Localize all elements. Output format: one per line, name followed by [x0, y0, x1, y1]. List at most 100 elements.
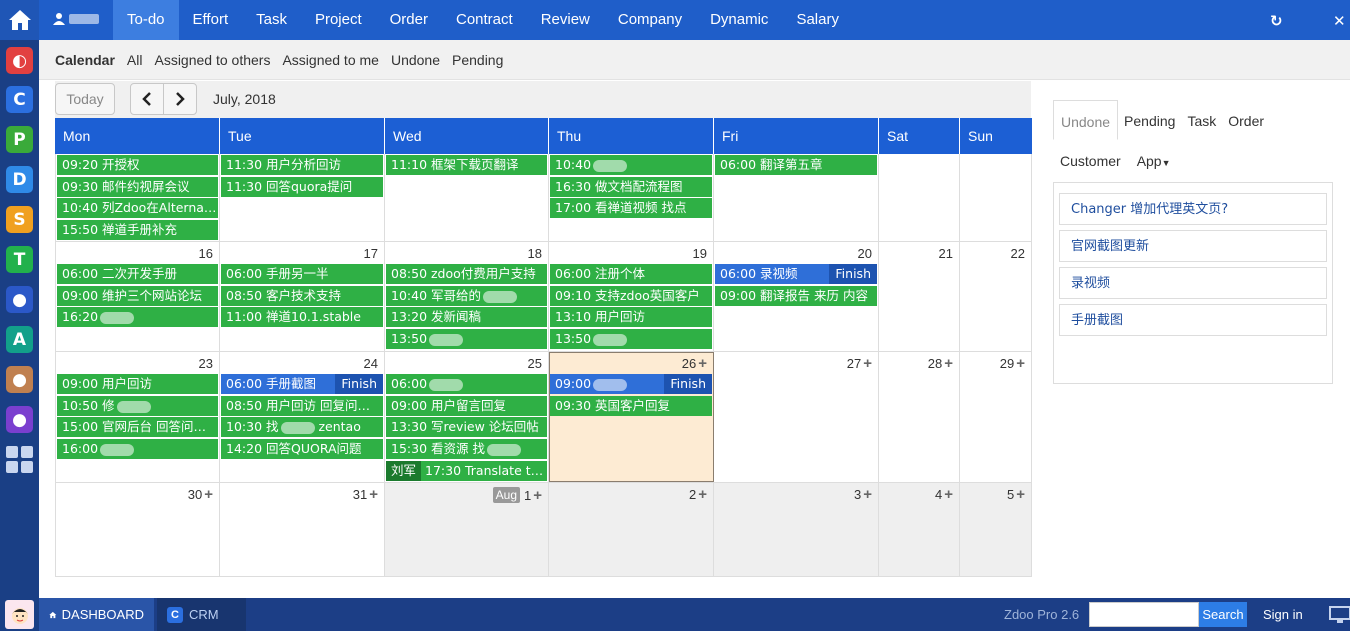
add-todo-icon[interactable]: + — [1016, 356, 1025, 371]
subnav-all[interactable]: All — [127, 52, 143, 68]
add-todo-icon[interactable]: + — [863, 487, 872, 502]
nav-task[interactable]: Task — [242, 0, 301, 40]
nav-order[interactable]: Order — [376, 0, 442, 40]
event-item[interactable]: 11:10 框架下载页翻译 — [386, 155, 547, 175]
day-cell[interactable] — [879, 154, 960, 241]
app-t-icon[interactable]: T — [6, 246, 33, 273]
user-menu[interactable] — [53, 12, 99, 25]
add-todo-icon[interactable]: + — [369, 487, 378, 502]
day-cell[interactable]: 4 + — [879, 483, 960, 576]
event-item[interactable]: 10:50 修 — [57, 396, 218, 416]
day-cell[interactable]: 10:40 16:30 做文档配流程图 17:00 看禅道视频 找点 — [549, 154, 714, 241]
add-todo-icon[interactable]: + — [944, 487, 953, 502]
all-apps-grid-icon[interactable] — [6, 446, 33, 473]
event-item[interactable]: 06:00 注册个体 — [550, 264, 712, 284]
app-photo-icon[interactable]: ● — [6, 366, 33, 393]
day-cell[interactable]: 3 + — [714, 483, 879, 576]
app-crm-icon[interactable]: C — [6, 86, 33, 113]
day-cell[interactable]: 19 06:00 注册个体 09:10 支持zdoo英国客户 13:10 用户回… — [549, 242, 714, 351]
event-item[interactable]: 09:00 用户留言回复 — [386, 396, 547, 416]
event-item[interactable]: 14:20 回答QUORA问题 — [221, 439, 383, 459]
day-cell[interactable]: 22 — [960, 242, 1032, 351]
day-cell[interactable]: 16 06:00 二次开发手册 09:00 维护三个网站论坛 16:20 — [55, 242, 220, 351]
add-todo-icon[interactable]: + — [1016, 487, 1025, 502]
event-item[interactable]: 13:50 — [386, 329, 547, 349]
event-item[interactable]: 16:30 做文档配流程图 — [550, 177, 712, 197]
event-item[interactable]: 09:00 维护三个网站论坛 — [57, 286, 218, 306]
day-cell[interactable]: 29 + — [960, 352, 1032, 482]
event-item[interactable]: 09:00 Finish — [550, 374, 712, 394]
day-cell[interactable]: 18 08:50 zdoo付费用户支持 10:40 军哥给的 13:20 发新闻… — [385, 242, 549, 351]
prev-month-button[interactable] — [130, 83, 164, 115]
add-todo-icon[interactable]: + — [698, 487, 707, 502]
add-todo-icon[interactable]: + — [698, 356, 707, 371]
day-cell[interactable]: 09:20 开授权 09:30 邮件约视屏会议 10:40 列Zdoo在Alte… — [55, 154, 220, 241]
list-item[interactable]: 官网截图更新 — [1059, 230, 1327, 262]
day-cell[interactable] — [960, 154, 1032, 241]
event-item[interactable]: 16:00 — [57, 439, 218, 459]
day-cell[interactable]: 20 06:00 录视频 Finish 09:00 翻译报告 来历 内容 — [714, 242, 879, 351]
event-item[interactable]: 06:00 翻译第五章 — [715, 155, 877, 175]
dashboard-button[interactable]: DASHBOARD — [39, 598, 154, 631]
event-item[interactable]: 刘军 17:30 Translate th… — [386, 461, 547, 481]
event-item[interactable]: 17:00 看禅道视频 找点 — [550, 198, 712, 218]
crm-task-button[interactable]: C CRM — [157, 598, 246, 631]
subnav-assigned-to-others[interactable]: Assigned to others — [154, 52, 270, 68]
nav-project[interactable]: Project — [301, 0, 376, 40]
event-item[interactable]: 09:20 开授权 — [57, 155, 218, 175]
nav-dynamic[interactable]: Dynamic — [696, 0, 782, 40]
event-item[interactable]: 09:30 英国客户回复 — [550, 396, 712, 416]
list-item[interactable]: 手册截图 — [1059, 304, 1327, 336]
today-button[interactable]: Today — [55, 83, 115, 115]
event-item[interactable]: 06:00 录视频 Finish — [715, 264, 877, 284]
event-item[interactable]: 13:10 用户回访 — [550, 307, 712, 327]
app-p-icon[interactable]: P — [6, 126, 33, 153]
event-item[interactable]: 13:20 发新闻稿 — [386, 307, 547, 327]
event-item[interactable]: 08:50 zdoo付费用户支持 — [386, 264, 547, 284]
app-d-icon[interactable]: D — [6, 166, 33, 193]
app-purple-icon[interactable]: ● — [6, 406, 33, 433]
day-cell[interactable]: 30 + — [55, 483, 220, 576]
app-blue-icon[interactable]: ● — [6, 286, 33, 313]
event-item[interactable]: 11:30 用户分析回访 — [221, 155, 383, 175]
nav-review[interactable]: Review — [527, 0, 604, 40]
subnav-assigned-to-me[interactable]: Assigned to me — [282, 52, 379, 68]
add-todo-icon[interactable]: + — [944, 356, 953, 371]
event-item[interactable]: 11:00 禅道10.1.stable — [221, 307, 383, 327]
event-item[interactable]: 09:10 支持zdoo英国客户 — [550, 286, 712, 306]
nav-effort[interactable]: Effort — [179, 0, 243, 40]
nav-contract[interactable]: Contract — [442, 0, 527, 40]
day-cell[interactable]: 11:30 用户分析回访 11:30 回答quora提问 — [220, 154, 385, 241]
tab-order[interactable]: Order — [1222, 100, 1270, 140]
event-item[interactable]: 06:00 二次开发手册 — [57, 264, 218, 284]
event-item[interactable]: 10:30 找 zentao — [221, 417, 383, 437]
day-cell[interactable]: 31 + — [220, 483, 385, 576]
event-item[interactable]: 10:40 — [550, 155, 712, 175]
tab-undone[interactable]: Undone — [1053, 100, 1119, 140]
event-item[interactable]: 06:00 手册截图 Finish — [221, 374, 383, 394]
finish-button[interactable]: Finish — [829, 264, 877, 284]
event-item[interactable]: 13:50 — [550, 329, 712, 349]
event-item[interactable]: 15:00 官网后台 回答问… — [57, 417, 218, 437]
nav-todo[interactable]: To-do — [113, 0, 179, 40]
day-cell[interactable]: 17 06:00 手册另一半 08:50 客户技术支持 11:00 禅道10.1… — [220, 242, 385, 351]
subnav-pending[interactable]: Pending — [452, 52, 503, 68]
day-cell[interactable]: 5 + — [960, 483, 1032, 576]
subnav-undone[interactable]: Undone — [391, 52, 440, 68]
day-cell[interactable]: 27 + — [714, 352, 879, 482]
day-cell[interactable]: 23 09:00 用户回访 10:50 修 15:00 官网后台 回答问… 16… — [55, 352, 220, 482]
finish-button[interactable]: Finish — [664, 374, 712, 394]
tab-pending[interactable]: Pending — [1118, 100, 1181, 140]
nav-company[interactable]: Company — [604, 0, 696, 40]
app-a-icon[interactable]: A — [6, 326, 33, 353]
day-cell[interactable]: 06:00 翻译第五章 — [714, 154, 879, 241]
day-cell[interactable]: 24 06:00 手册截图 Finish 08:50 用户回访 回复问… 10:3… — [220, 352, 385, 482]
app-s-icon[interactable]: S — [6, 206, 33, 233]
event-item[interactable]: 08:50 客户技术支持 — [221, 286, 383, 306]
add-todo-icon[interactable]: + — [204, 487, 213, 502]
avatar[interactable] — [5, 600, 34, 629]
event-item[interactable]: 09:30 邮件约视屏会议 — [57, 177, 218, 197]
event-item[interactable]: 15:30 看资源 找 — [386, 439, 547, 459]
day-cell[interactable]: 21 — [879, 242, 960, 351]
day-cell[interactable]: 2 + — [549, 483, 714, 576]
